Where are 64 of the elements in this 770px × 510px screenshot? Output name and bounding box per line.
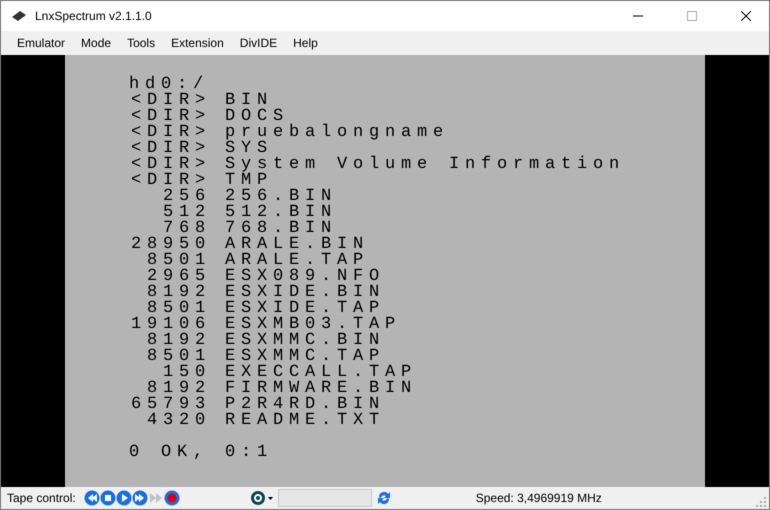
tape-field[interactable] <box>278 489 372 507</box>
file-name: ESXMB03.TAP <box>225 317 402 333</box>
file-name: 256.BIN <box>225 189 338 205</box>
file-size: 512 <box>162 205 211 221</box>
menu-item[interactable]: Mode <box>73 36 120 50</box>
file-size: 65793 <box>130 397 211 413</box>
menu-item[interactable]: Help <box>285 36 326 50</box>
file-name: ESXIDE.BIN <box>225 285 386 301</box>
file-size: 8192 <box>146 285 211 301</box>
file-size: <DIR> <box>130 109 211 125</box>
tape-control-label: Tape control: <box>7 491 76 505</box>
file-size: 2965 <box>146 269 211 285</box>
file-name: DOCS <box>225 109 290 125</box>
file-name: TMP <box>225 173 274 189</box>
menu-item[interactable]: Tools <box>119 36 164 50</box>
stop-button[interactable] <box>100 490 116 506</box>
file-size: 8501 <box>146 301 211 317</box>
record-button[interactable] <box>164 490 180 506</box>
forward-button[interactable] <box>132 490 148 506</box>
file-size: <DIR> <box>130 141 211 157</box>
file-size: <DIR> <box>130 125 211 141</box>
file-size: 768 <box>162 221 211 237</box>
close-icon[interactable] <box>741 11 751 21</box>
speed-readout: Speed: 3,4969919 MHz <box>476 491 603 505</box>
menu-item[interactable]: Extension <box>163 36 232 50</box>
file-name: README.TXT <box>225 413 386 429</box>
file-name: P2R4RD.BIN <box>225 397 386 413</box>
file-name: ESXMMC.TAP <box>225 349 386 365</box>
file-name: System Volume Information <box>225 157 626 173</box>
refresh-icon[interactable] <box>376 490 392 506</box>
file-name: 512.BIN <box>225 205 338 221</box>
file-name: ESXMMC.BIN <box>225 333 386 349</box>
file-name: pruebalongname <box>225 125 450 141</box>
file-size: 4320 <box>146 413 211 429</box>
file-size: 256 <box>162 189 211 205</box>
file-name: ESXIDE.TAP <box>225 301 386 317</box>
file-size: 8501 <box>146 349 211 365</box>
file-name: ARALE.TAP <box>225 253 370 269</box>
file-name: BIN <box>225 93 274 109</box>
window-title: LnxSpectrum v2.1.1.0 <box>35 9 153 23</box>
resize-grip-icon[interactable] <box>756 497 766 507</box>
rewind-button[interactable] <box>84 490 100 506</box>
file-name: SYS <box>225 141 274 157</box>
dropdown-icon[interactable] <box>250 490 274 506</box>
menu-item[interactable]: DivIDE <box>232 36 286 50</box>
file-size: 8192 <box>146 381 211 397</box>
file-name: ESX089.NFO <box>225 269 386 285</box>
play-button[interactable] <box>116 490 132 506</box>
file-size: 150 <box>162 365 211 381</box>
file-size: 8192 <box>146 333 211 349</box>
file-name: FIRMWARE.BIN <box>225 381 418 397</box>
file-size: 19106 <box>130 317 211 333</box>
file-name: EXECCALL.TAP <box>225 365 418 381</box>
file-name: ARALE.BIN <box>225 237 370 253</box>
file-size: <DIR> <box>130 93 211 109</box>
app-icon <box>11 10 27 22</box>
file-size: 8501 <box>146 253 211 269</box>
file-size: <DIR> <box>130 157 211 173</box>
directory-path: hd0:/ <box>129 77 210 93</box>
status-message: 0 OK, 0:1 <box>129 445 274 461</box>
file-size: 28950 <box>130 237 211 253</box>
menu-item[interactable]: Emulator <box>9 36 74 50</box>
file-name: 768.BIN <box>225 221 338 237</box>
file-size: <DIR> <box>130 173 211 189</box>
